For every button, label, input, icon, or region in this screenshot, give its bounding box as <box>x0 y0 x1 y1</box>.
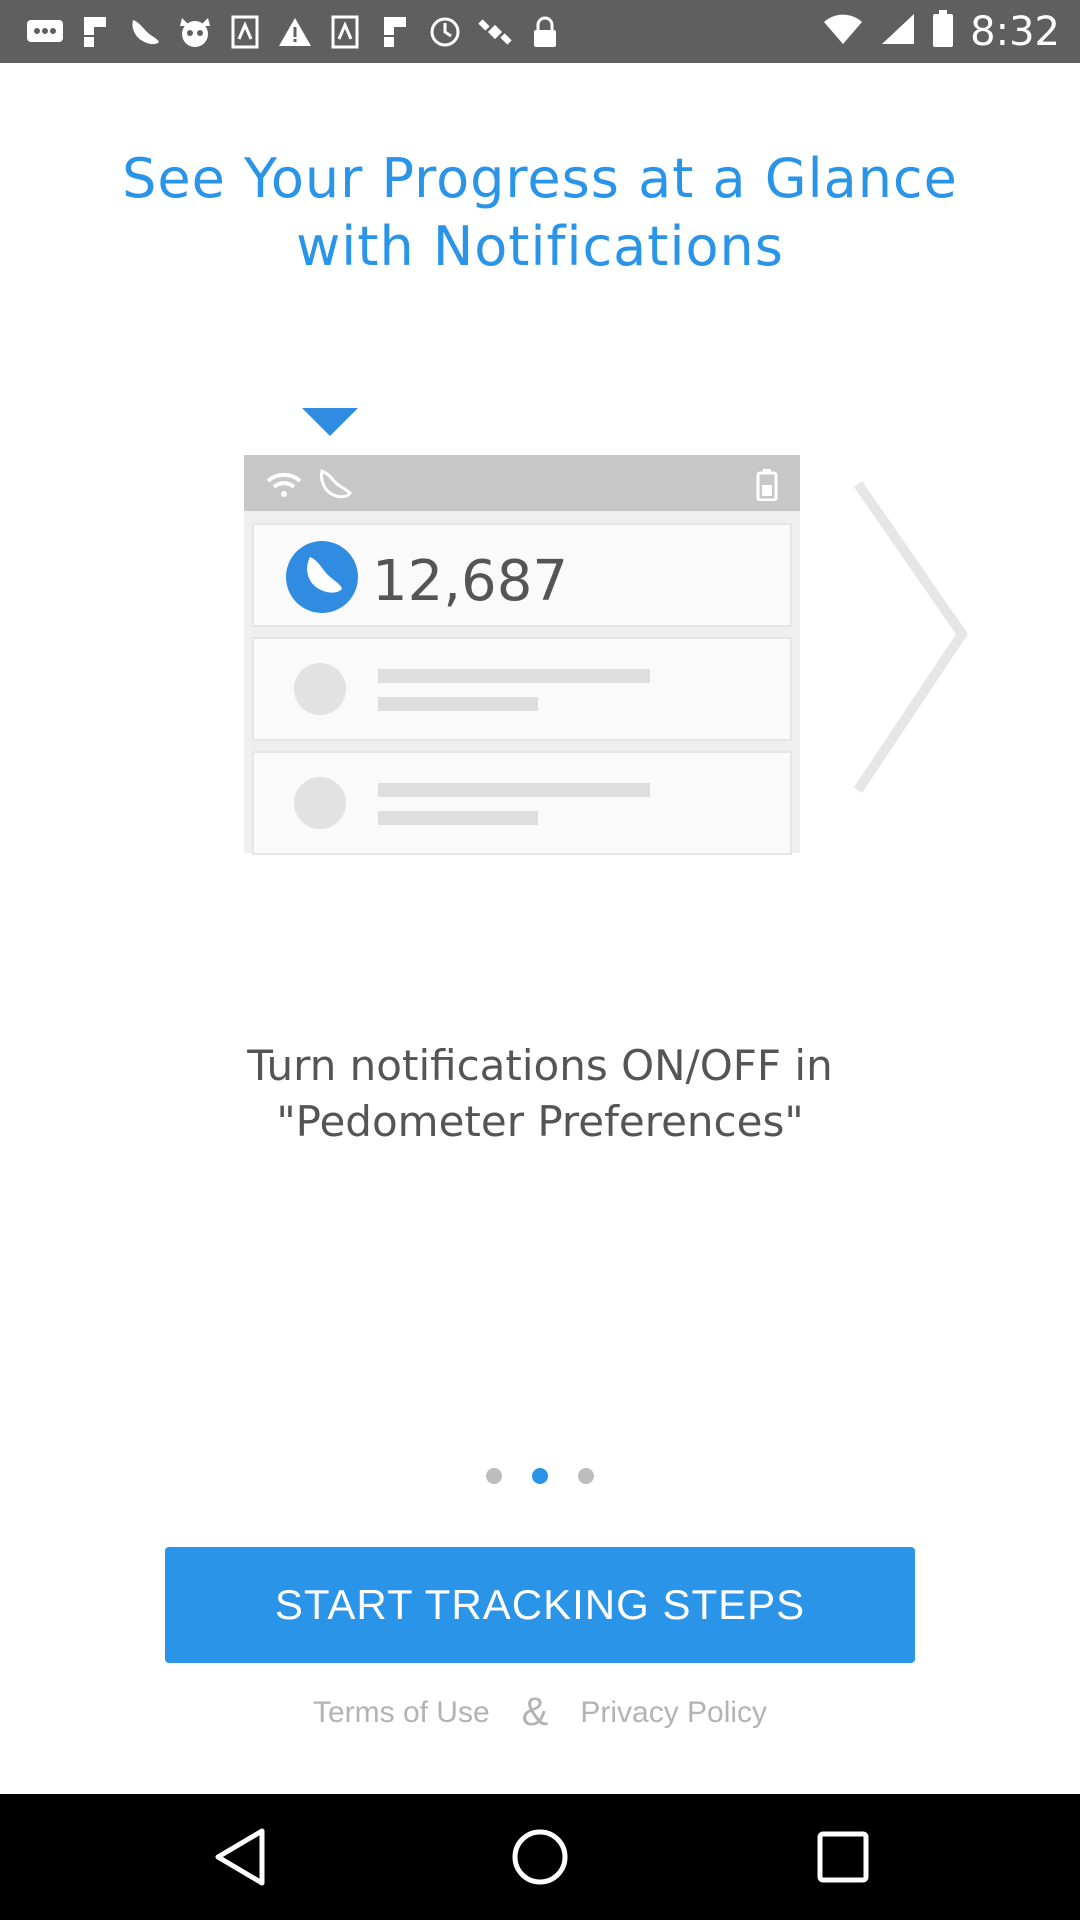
shoe-icon <box>316 467 356 508</box>
scale-icon <box>220 12 270 52</box>
warning-icon <box>270 12 320 52</box>
instruction-text: Turn notifications ON/OFF in "Pedometer … <box>0 1038 1080 1150</box>
status-bar: 8:32 <box>0 0 1080 63</box>
page-title: See Your Progress at a Glance with Notif… <box>0 145 1080 281</box>
chat-icon <box>20 12 70 52</box>
status-time: 8:32 <box>970 8 1060 55</box>
placeholder-notification <box>252 637 792 741</box>
home-button[interactable] <box>510 1827 570 1887</box>
instruction-line-1: Turn notifications ON/OFF in <box>247 1041 833 1090</box>
placeholder-avatar <box>294 663 346 715</box>
ampersand: & <box>521 1690 549 1734</box>
wifi-icon <box>822 12 864 51</box>
placeholder-line <box>378 811 538 825</box>
title-line-1: See Your Progress at a Glance <box>122 147 958 210</box>
legal-links: Terms of Use & Privacy Policy <box>0 1690 1080 1735</box>
battery-icon <box>932 10 954 53</box>
placeholder-notification <box>252 751 792 855</box>
status-notification-icons <box>20 8 570 56</box>
notification-illustration: 12,687 <box>230 400 990 860</box>
start-tracking-button[interactable]: START TRACKING STEPS <box>165 1547 915 1663</box>
shoe-icon <box>286 541 358 613</box>
terms-of-use-link[interactable]: Terms of Use <box>313 1696 490 1730</box>
scale-icon <box>320 12 370 52</box>
title-line-2: with Notifications <box>296 215 784 278</box>
dropdown-arrow-icon <box>302 408 358 436</box>
cat-icon <box>170 12 220 52</box>
back-button[interactable] <box>210 1827 270 1887</box>
flipboard-icon <box>70 12 120 52</box>
chevron-right-icon <box>850 480 970 805</box>
lock-icon <box>520 12 570 52</box>
battery-icon <box>756 469 778 506</box>
navigation-bar <box>0 1794 1080 1920</box>
page-dot-1[interactable] <box>486 1468 502 1484</box>
status-system-area: 8:32 <box>822 0 1060 63</box>
wifi-icon <box>264 469 304 504</box>
instruction-line-2: "Pedometer Preferences" <box>276 1097 804 1146</box>
signal-icon <box>880 12 916 51</box>
page-indicator <box>0 1468 1080 1484</box>
page-dot-2-active[interactable] <box>532 1468 548 1484</box>
phone-mockup: 12,687 <box>244 455 800 855</box>
privacy-policy-link[interactable]: Privacy Policy <box>580 1696 767 1730</box>
placeholder-avatar <box>294 777 346 829</box>
placeholder-line <box>378 783 650 797</box>
page-dot-3[interactable] <box>578 1468 594 1484</box>
steps-notification-card: 12,687 <box>252 523 792 627</box>
flipboard-icon <box>370 12 420 52</box>
recents-button[interactable] <box>813 1827 873 1887</box>
mock-status-bar <box>244 455 800 511</box>
satellite-icon <box>470 12 520 52</box>
sync-icon <box>420 12 470 52</box>
placeholder-line <box>378 697 538 711</box>
steps-count: 12,687 <box>372 549 568 614</box>
placeholder-line <box>378 669 650 683</box>
shoe-icon <box>120 12 170 52</box>
